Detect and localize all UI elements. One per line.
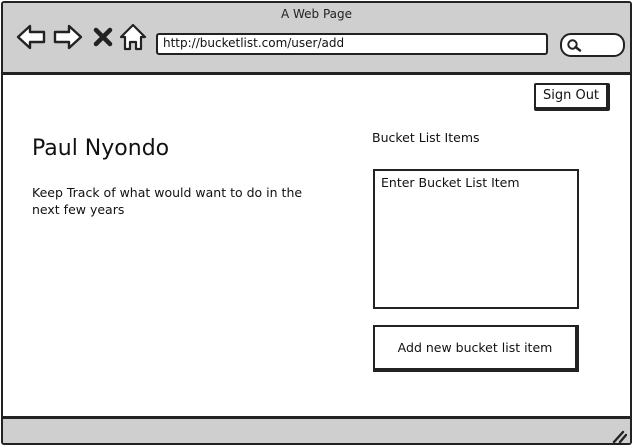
- search-field[interactable]: [560, 33, 625, 57]
- window-title: A Web Page: [280, 7, 353, 21]
- bucket-list-item-placeholder: Enter Bucket List Item: [381, 175, 520, 190]
- browser-toolbar: A Web Page http://bucketlist.com/user/ad…: [3, 3, 630, 75]
- forward-arrow-icon[interactable]: [53, 23, 83, 51]
- page-content: Sign Out Paul Nyondo Keep Track of what …: [3, 75, 630, 417]
- sign-out-button[interactable]: Sign Out: [534, 83, 610, 111]
- address-bar-url: http://bucketlist.com/user/add: [163, 36, 345, 50]
- resize-grip-icon[interactable]: [611, 429, 627, 443]
- user-description: Keep Track of what would want to do in t…: [32, 185, 303, 217]
- bucket-list-item-input[interactable]: Enter Bucket List Item: [373, 169, 579, 309]
- close-x-icon[interactable]: [91, 23, 115, 51]
- browser-window: A Web Page http://bucketlist.com/user/ad…: [1, 1, 632, 445]
- back-arrow-icon[interactable]: [16, 23, 46, 51]
- address-bar[interactable]: http://bucketlist.com/user/add: [156, 33, 548, 55]
- add-bucket-list-item-button[interactable]: Add new bucket list item: [373, 325, 579, 372]
- user-name: Paul Nyondo: [32, 136, 170, 161]
- bucket-list-heading: Bucket List Items: [372, 130, 480, 145]
- home-icon[interactable]: [119, 23, 147, 51]
- status-bar: [3, 416, 630, 443]
- search-icon: [567, 39, 582, 52]
